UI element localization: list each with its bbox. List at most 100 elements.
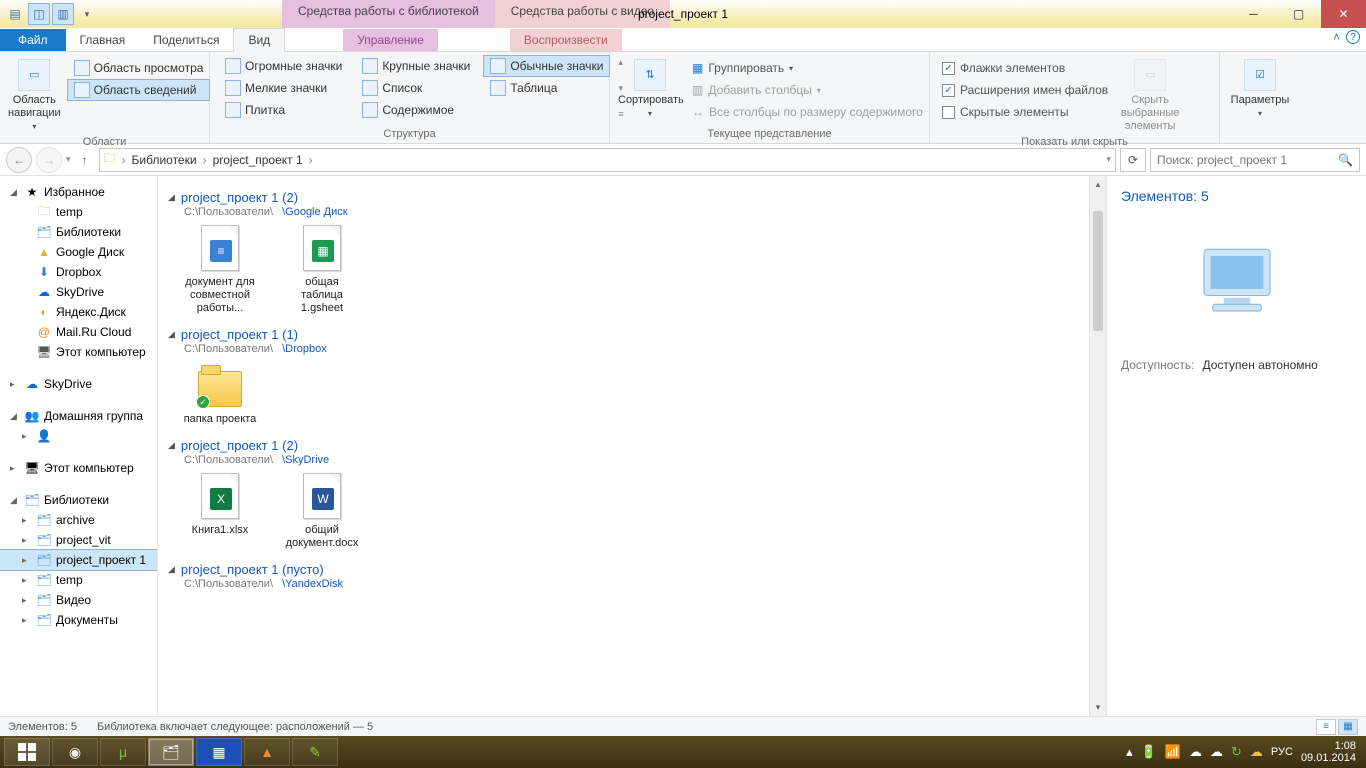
group-header[interactable]: ◢project_проект 1 (1) <box>168 327 1102 342</box>
tab-share[interactable]: Поделиться <box>139 29 233 51</box>
file-item[interactable]: ≡документ для совместной работы... <box>182 224 258 315</box>
scroll-up-icon[interactable]: ▴ <box>1090 176 1106 193</box>
taskbar-explorer[interactable]: 🗂 <box>148 738 194 766</box>
tree-lib-item[interactable]: ▸🗂Документы <box>0 610 157 630</box>
layout-m-icons[interactable]: Обычные значки <box>483 55 610 77</box>
context-tab-library: Средства работы с библиотекой <box>282 0 495 28</box>
layout-s-icons[interactable]: Мелкие значки <box>218 77 349 99</box>
tree-fav-item[interactable]: ◐Яндекс.Диск <box>0 302 157 322</box>
view-details-icon[interactable]: ≡ <box>1316 719 1336 735</box>
details-pane-toggle[interactable]: Область сведений <box>67 79 211 101</box>
layout-details[interactable]: Таблица <box>483 77 610 99</box>
tray-cloud1-icon[interactable]: ☁ <box>1189 744 1202 760</box>
tab-view[interactable]: Вид <box>233 28 285 52</box>
preview-pane-toggle[interactable]: Область просмотра <box>67 57 211 79</box>
taskbar-totalcmd[interactable]: ▦ <box>196 738 242 766</box>
search-input[interactable] <box>1157 153 1338 167</box>
taskbar-chrome[interactable]: ◉ <box>52 738 98 766</box>
tree-lib-item[interactable]: ▸🗂temp <box>0 570 157 590</box>
file-item[interactable]: ✓папка проекта <box>182 361 258 426</box>
tree-fav-item[interactable]: 🗀temp <box>0 202 157 222</box>
system-tray[interactable]: ▴ 🔋 📶 ☁ ☁ ↻ ☁ РУС 1:08 09.01.2014 <box>1126 740 1362 764</box>
address-dropdown-icon[interactable]: ▾ <box>1106 154 1111 165</box>
up-button[interactable]: ↑ <box>75 153 95 167</box>
tree-fav-item[interactable]: 🖥Этот компьютер <box>0 342 157 362</box>
group-header[interactable]: ◢project_проект 1 (пусто) <box>168 562 1102 577</box>
layout-content[interactable]: Содержимое <box>355 99 477 121</box>
layout-tiles[interactable]: Плитка <box>218 99 349 121</box>
qat-layout1-icon[interactable]: ◫ <box>28 3 50 25</box>
file-extensions-toggle[interactable]: ✓Расширения имен файлов <box>938 79 1112 101</box>
search-box[interactable]: 🔍 <box>1150 148 1360 172</box>
crumb-libraries[interactable]: Библиотеки <box>132 153 197 167</box>
item-checkboxes-toggle[interactable]: ✓Флажки элементов <box>938 57 1112 79</box>
search-icon[interactable]: 🔍 <box>1338 153 1353 167</box>
size-columns-button: ↔Все столбцы по размеру содержимого <box>688 101 927 123</box>
tray-language[interactable]: РУС <box>1271 746 1293 758</box>
history-dropdown-icon[interactable]: ▾ <box>66 154 71 165</box>
hidden-items-toggle[interactable]: Скрытые элементы <box>938 101 1112 123</box>
view-icons-icon[interactable]: ▦ <box>1338 719 1358 735</box>
tray-clock[interactable]: 1:08 09.01.2014 <box>1301 740 1356 764</box>
nav-tree[interactable]: ◢★Избранное 🗀temp🗂Библиотеки▲Google Диск… <box>0 176 158 716</box>
tray-battery-icon[interactable]: 🔋 <box>1141 744 1157 760</box>
file-item[interactable]: ▦общая таблица 1.gsheet <box>284 224 360 315</box>
file-item[interactable]: Wобщий документ.docx <box>284 472 360 550</box>
tree-fav-item[interactable]: ☁SkyDrive <box>0 282 157 302</box>
tree-homegroup-user[interactable]: ▸👤 <box>0 426 157 446</box>
tree-lib-item[interactable]: ▸🗂Видео <box>0 590 157 610</box>
tray-cloud3-icon[interactable]: ☁ <box>1250 744 1263 760</box>
tree-lib-item[interactable]: ▸🗂project_vit <box>0 530 157 550</box>
qat-layout2-icon[interactable]: ▥ <box>52 3 74 25</box>
tree-favorites[interactable]: ◢★Избранное <box>0 182 157 202</box>
help-icon[interactable]: ? <box>1346 30 1360 44</box>
layout-l-icons[interactable]: Крупные значки <box>355 55 477 77</box>
ribbon-collapse-icon[interactable]: ˄ <box>1333 30 1340 44</box>
scroll-down-icon[interactable]: ▾ <box>1090 699 1106 716</box>
tree-fav-item[interactable]: 🗂Библиотеки <box>0 222 157 242</box>
options-button[interactable]: ☑Параметры▾ <box>1228 55 1292 120</box>
tree-fav-item[interactable]: ▲Google Диск <box>0 242 157 262</box>
tree-lib-item[interactable]: ▸🗂project_проект 1 <box>0 550 157 570</box>
file-list[interactable]: ◢project_проект 1 (2)C:\Пользователи\ \G… <box>158 176 1106 716</box>
file-item[interactable]: XКнига1.xlsx <box>182 472 258 550</box>
scroll-thumb[interactable] <box>1093 211 1103 331</box>
tree-lib-item[interactable]: ▸🗂archive <box>0 510 157 530</box>
tab-file[interactable]: Файл <box>0 29 66 51</box>
crumb-current[interactable]: project_проект 1 <box>213 153 303 167</box>
tree-this-pc[interactable]: ▸🖥Этот компьютер <box>0 458 157 478</box>
layout-list[interactable]: Список <box>355 77 477 99</box>
taskbar-utorrent[interactable]: μ <box>100 738 146 766</box>
scrollbar[interactable]: ▴ ▾ <box>1089 176 1106 716</box>
tray-show-hidden-icon[interactable]: ▴ <box>1126 744 1133 760</box>
maximize-button[interactable]: ▢ <box>1276 0 1321 28</box>
start-button[interactable] <box>4 738 50 766</box>
sort-button[interactable]: ⇅Сортировать▾ <box>618 55 682 120</box>
tray-cloud2-icon[interactable]: ☁ <box>1210 744 1223 760</box>
refresh-button[interactable]: ⟳ <box>1120 148 1146 172</box>
tab-manage[interactable]: Управление <box>343 29 438 51</box>
group-header[interactable]: ◢project_проект 1 (2) <box>168 438 1102 453</box>
group-by-button[interactable]: ▦Группировать▾ <box>688 57 927 79</box>
group-header[interactable]: ◢project_проект 1 (2) <box>168 190 1102 205</box>
address-bar[interactable]: 🗀 › Библиотеки › project_проект 1 › ▾ <box>99 148 1116 172</box>
qat-properties-icon[interactable]: ▤ <box>4 3 26 25</box>
tray-sync-icon[interactable]: ↻ <box>1231 744 1242 760</box>
tab-home[interactable]: Главная <box>66 29 140 51</box>
minimize-button[interactable]: ─ <box>1231 0 1276 28</box>
tray-network-icon[interactable]: 📶 <box>1165 744 1181 760</box>
nav-pane-button[interactable]: ▭ Область навигации ▾ <box>8 55 61 133</box>
tree-fav-item[interactable]: @Mail.Ru Cloud <box>0 322 157 342</box>
qat-dropdown-icon[interactable]: ▾ <box>76 3 98 25</box>
layout-xl-icons[interactable]: Огромные значки <box>218 55 349 77</box>
forward-button[interactable]: → <box>36 147 62 173</box>
tree-homegroup[interactable]: ◢👥Домашняя группа <box>0 406 157 426</box>
tree-libraries[interactable]: ◢🗂Библиотеки <box>0 490 157 510</box>
tab-play[interactable]: Воспроизвести <box>510 29 622 51</box>
close-button[interactable]: ✕ <box>1321 0 1366 28</box>
back-button[interactable]: ← <box>6 147 32 173</box>
tree-fav-item[interactable]: ⬇Dropbox <box>0 262 157 282</box>
taskbar-vlc[interactable]: ▲ <box>244 738 290 766</box>
taskbar-notepadpp[interactable]: ✎ <box>292 738 338 766</box>
tree-skydrive[interactable]: ▸☁SkyDrive <box>0 374 157 394</box>
